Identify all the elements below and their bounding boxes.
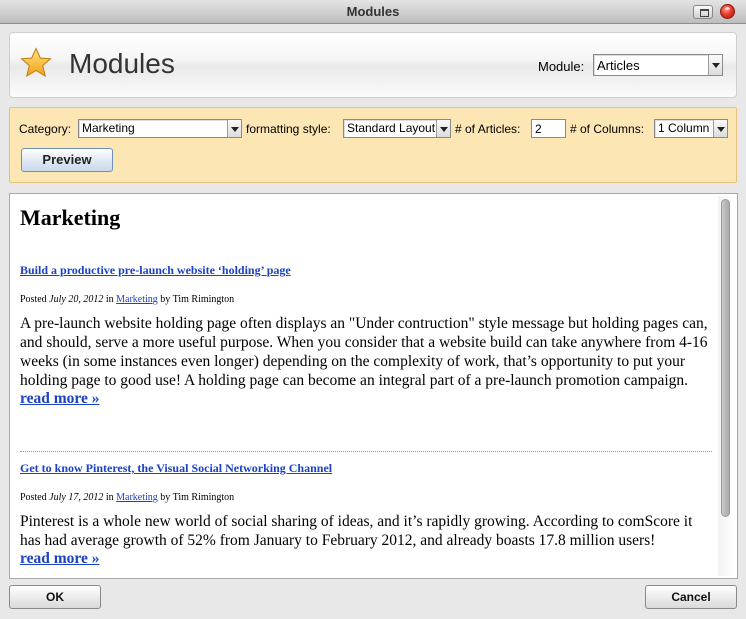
read-more-link[interactable]: read more » bbox=[20, 390, 100, 407]
columns-select[interactable]: 1 Column bbox=[654, 119, 728, 138]
article-title-link[interactable]: Get to know Pinterest, the Visual Social… bbox=[20, 461, 332, 475]
articles-count-input[interactable]: 2 bbox=[531, 119, 566, 138]
posted-label: Posted bbox=[20, 294, 47, 305]
category-select[interactable]: Marketing bbox=[78, 119, 242, 138]
page-title: Modules bbox=[69, 48, 175, 79]
article-author: by Tim Rimington bbox=[160, 294, 235, 305]
article-meta: Posted July 20, 2012 in Marketing by Tim… bbox=[20, 294, 712, 305]
window-title: Modules bbox=[346, 4, 400, 19]
cancel-button[interactable]: Cancel bbox=[645, 585, 737, 609]
category-heading: Marketing bbox=[20, 205, 121, 230]
chevron-down-icon bbox=[713, 120, 727, 137]
window-titlebar: Modules bbox=[0, 0, 746, 24]
columns-count-label: # of Columns: bbox=[570, 122, 645, 136]
scrollbar-thumb[interactable] bbox=[721, 199, 730, 517]
restore-icon[interactable] bbox=[693, 5, 713, 19]
preview-button[interactable]: Preview bbox=[21, 148, 113, 172]
article-item: Build a productive pre-launch website ‘h… bbox=[20, 261, 712, 408]
star-icon bbox=[20, 47, 52, 78]
in-label: in bbox=[105, 492, 114, 503]
article-body: A pre-launch website holding page often … bbox=[20, 315, 708, 389]
article-title-link[interactable]: Build a productive pre-launch website ‘h… bbox=[20, 263, 291, 277]
module-select[interactable]: Articles bbox=[593, 54, 723, 76]
close-icon[interactable] bbox=[720, 4, 735, 19]
articles-count-label: # of Articles: bbox=[455, 122, 521, 136]
article-category-link[interactable]: Marketing bbox=[116, 492, 158, 503]
posted-label: Posted bbox=[20, 492, 47, 503]
columns-select-value: 1 Column bbox=[658, 121, 710, 135]
in-label: in bbox=[105, 294, 114, 305]
article-body: Pinterest is a whole new world of social… bbox=[20, 513, 693, 549]
article-date: July 17, 2012 bbox=[49, 492, 104, 503]
vertical-scrollbar[interactable] bbox=[718, 196, 734, 576]
category-label: Category: bbox=[19, 122, 72, 136]
article-divider bbox=[20, 451, 712, 452]
category-select-value: Marketing bbox=[82, 121, 135, 135]
module-label: Module: bbox=[538, 59, 585, 74]
formatting-style-select[interactable]: Standard Layout bbox=[343, 119, 451, 138]
chevron-down-icon bbox=[708, 55, 722, 75]
article-author: by Tim Rimington bbox=[160, 492, 235, 503]
article-meta: Posted July 17, 2012 in Marketing by Tim… bbox=[20, 492, 712, 503]
ok-button[interactable]: OK bbox=[9, 585, 101, 609]
modules-header: Modules Module: Articles bbox=[9, 32, 737, 98]
article-date: July 20, 2012 bbox=[49, 294, 104, 305]
article-item: Get to know Pinterest, the Visual Social… bbox=[20, 459, 712, 568]
read-more-link[interactable]: read more » bbox=[20, 550, 100, 567]
preview-content: Marketing Build a productive pre-launch … bbox=[9, 193, 738, 579]
chevron-down-icon bbox=[227, 120, 241, 137]
formatting-style-value: Standard Layout bbox=[347, 121, 436, 135]
chevron-down-icon bbox=[436, 120, 450, 137]
formatting-style-label: formatting style: bbox=[246, 122, 331, 136]
module-select-value: Articles bbox=[597, 58, 640, 73]
article-category-link[interactable]: Marketing bbox=[116, 294, 158, 305]
options-panel: Category: Marketing formatting style: St… bbox=[9, 107, 737, 183]
